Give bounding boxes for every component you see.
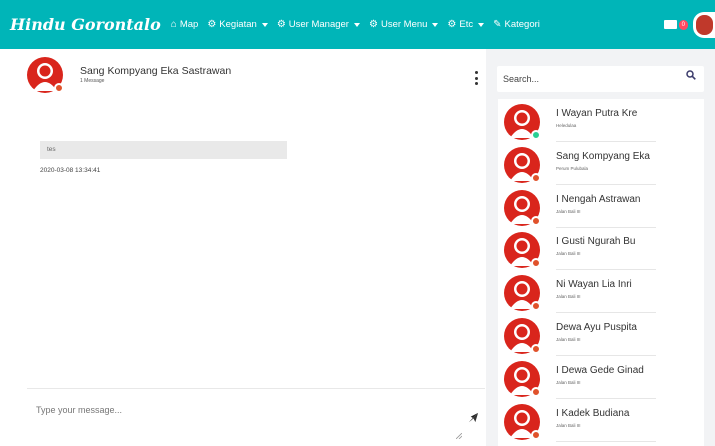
contact-item[interactable]: Sang Kompyang Eka Perum Pulubala (498, 142, 704, 185)
contacts-panel: I Wayan Putra Kre Heledulaa Sang Kompyang … (486, 49, 715, 446)
more-options-icon[interactable] (475, 71, 479, 85)
contact-avatar (504, 189, 541, 226)
contact-item[interactable]: I Gusti Ngurah Bu Jalan Bali III (498, 227, 704, 271)
nav-item-label: Kegiatan (219, 19, 257, 30)
message-input[interactable] (27, 389, 485, 445)
gear-icon: ⚙ (368, 19, 378, 30)
message-timestamp: 2020-03-08 13:34:41 (40, 167, 101, 174)
contact-address: Jalan Bali III (556, 379, 581, 385)
status-busy-icon (531, 429, 541, 440)
top-navbar: Hindu Gorontalo ⌂ Map ⚙ Kegiatan ⚙ User Manag… (0, 0, 715, 49)
contact-avatar (504, 146, 541, 183)
chevron-down-icon (353, 22, 360, 27)
nav-item-label: User Menu (380, 19, 428, 30)
contact-item[interactable]: I Dewa Gede Ginad Jalan Bali III (498, 356, 704, 399)
contact-item[interactable]: Ni Wayan Lia Inri Jalan Bali III (498, 270, 704, 314)
chevron-down-icon (261, 22, 268, 27)
status-busy-icon (54, 83, 64, 93)
contact-name: Dewa Ayu Puspita (556, 322, 637, 333)
chevron-down-icon (478, 22, 485, 27)
chat-header: Sang Kompyang Eka Sastrawan 1 Message (27, 55, 485, 97)
chat-contact-name: Sang Kompyang Eka Sastrawan (80, 65, 232, 77)
contact-avatar (504, 360, 541, 397)
nav-item-user-manager[interactable]: ⚙ User Manager (277, 19, 360, 30)
user-avatar[interactable] (693, 11, 715, 38)
contact-avatar (504, 232, 541, 269)
mail-badge: 0 (678, 19, 688, 30)
nav-item-label: Etc (459, 19, 474, 30)
nav-menu: ⌂ Map ⚙ Kegiatan ⚙ User Manager ⚙ User Menu ⚙ Etc… (171, 19, 549, 30)
nav-right: 0 (663, 0, 715, 49)
send-icon[interactable] (468, 412, 479, 423)
nav-item-etc[interactable]: ⚙ Etc (447, 19, 485, 30)
contact-address: Jalan Bali III (556, 208, 581, 214)
contact-avatar (504, 403, 541, 440)
contact-name: Sang Kompyang Eka (556, 150, 650, 162)
contact-address: Jalan Bali III (556, 294, 581, 300)
contact-address: Perum Pulubala (556, 165, 589, 171)
edit-icon: ✎ (493, 19, 502, 30)
chevron-down-icon (432, 22, 439, 27)
contact-name: I Dewa Gede Ginad (556, 364, 644, 376)
mail-icon[interactable] (663, 20, 677, 29)
contact-address: Jalan Bali III (556, 422, 581, 428)
resize-grip-icon[interactable] (456, 433, 462, 439)
nav-item-user-menu[interactable]: ⚙ User Menu (368, 19, 439, 30)
search-input[interactable] (503, 70, 673, 88)
contact-avatar (504, 104, 541, 140)
contact-name: I Kadek Budiana (556, 407, 630, 419)
nav-item-label: Map (179, 19, 199, 30)
contact-divider (556, 440, 656, 442)
status-busy-icon (531, 172, 541, 183)
contact-avatar (504, 275, 541, 312)
contact-address: Heledulaa (556, 123, 577, 128)
nav-item-kegiatan[interactable]: ⚙ Kegiatan (207, 19, 268, 30)
nav-item-kategori[interactable]: ✎ Kategori (493, 19, 540, 30)
nav-item-map[interactable]: ⌂ Map (171, 19, 199, 30)
contact-address: Jalan Bali III (556, 251, 581, 257)
gear-icon: ⚙ (276, 19, 286, 30)
chat-avatar (27, 57, 64, 93)
contact-item[interactable]: I Kadek Budiana Jalan Bali III (498, 399, 704, 442)
contact-name: Ni Wayan Lia Inri (556, 279, 632, 291)
brand-logo[interactable]: Hindu Gorontalo (10, 15, 161, 34)
contact-name: I Wayan Putra Kre (556, 108, 638, 119)
contact-avatar (504, 318, 541, 354)
chat-panel: Sang Kompyang Eka Sastrawan 1 Message te… (27, 49, 485, 446)
nav-item-label: User Manager (288, 19, 349, 30)
contact-item[interactable]: I Nengah Astrawan Jalan Bali III (498, 185, 704, 228)
gear-icon: ⚙ (207, 19, 217, 30)
search-box (497, 66, 704, 92)
contact-item[interactable]: Dewa Ayu Puspita Jalan Bali III (498, 313, 704, 356)
chat-message-count: 1 Message (80, 78, 105, 84)
contact-name: I Nengah Astrawan (556, 193, 641, 205)
search-icon[interactable] (686, 70, 696, 80)
status-busy-icon (531, 386, 541, 397)
message-bubble: tes (40, 141, 287, 159)
nav-item-label: Kategori (504, 19, 540, 30)
gear-icon: ⚙ (447, 19, 457, 30)
contact-name: I Gusti Ngurah Bu (556, 236, 636, 248)
contact-list: I Wayan Putra Kre Heledulaa Sang Kompyang … (498, 99, 704, 446)
status-busy-icon (531, 215, 541, 226)
status-online-icon (531, 130, 541, 140)
status-busy-icon (531, 344, 541, 354)
contact-item[interactable]: I Wayan Putra Kre Heledulaa (498, 99, 704, 142)
contact-address: Jalan Bali III (556, 337, 581, 342)
home-icon: ⌂ (170, 19, 177, 30)
